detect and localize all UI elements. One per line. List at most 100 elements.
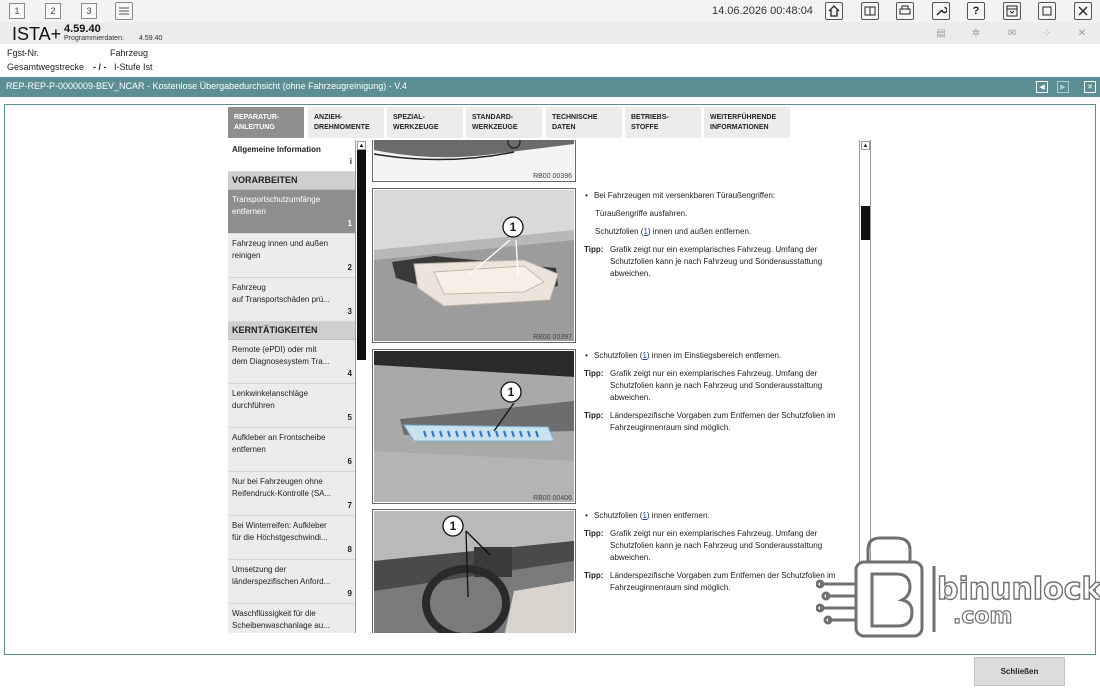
- tip-text: Grafik zeigt nur ein exemplarisches Fahr…: [610, 369, 823, 402]
- tab-label-line: BETRIEBS-: [631, 114, 669, 121]
- figure-interior: 1: [372, 509, 576, 633]
- tab-weiterfuehrende-informationen[interactable]: WEITERFÜHRENDE INFORMATIONEN: [704, 107, 790, 138]
- close-icon[interactable]: [1074, 2, 1092, 20]
- figure-code: RB00 00396: [533, 173, 572, 180]
- nav-item-number: 5: [347, 413, 352, 422]
- mileage-label: Gesamtwegstrecke: [7, 62, 85, 72]
- nav-item-step-6[interactable]: Aufkleber an Frontscheibe entfernen 6: [228, 428, 355, 472]
- tip-text: Länderspezifische Vorgaben zum Entfernen…: [610, 411, 836, 432]
- step-bullet: Schutzfolien (1) innen im Einstiegsberei…: [584, 350, 854, 362]
- nav-item-label: Fahrzeug innen und außen: [232, 239, 329, 248]
- tab-spezialwerkzeuge[interactable]: SPEZIAL- WERKZEUGE: [387, 107, 463, 138]
- nav-item-step-8[interactable]: Bei Winterreifen: Aufkleber für die Höchs…: [228, 516, 355, 560]
- nav-item-step-1[interactable]: Transportschutzumfänge entfernen 1: [228, 190, 355, 234]
- figure-code: RB00 00406: [533, 495, 572, 502]
- window-button-1[interactable]: 1: [9, 3, 25, 19]
- nav-item-step-7[interactable]: Nur bei Fahrzeugen ohne Reifendruck-Kontr…: [228, 472, 355, 516]
- home-icon[interactable]: [825, 2, 843, 20]
- nav-item-step-10[interactable]: Waschflüssigkeit für die Scheibenwaschanl…: [228, 604, 355, 633]
- info-icon: i: [349, 157, 352, 166]
- nav-section-kerntaetigkeiten: KERNTÄTIGKEITEN: [228, 322, 355, 340]
- prev-page-button[interactable]: ◀: [1036, 81, 1048, 93]
- tab-anziehdrehmomente[interactable]: ANZIEH- DREHMOMENTE: [308, 107, 384, 138]
- tab-standardwerkzeuge[interactable]: STANDARD- WERKZEUGE: [466, 107, 542, 138]
- download-icon[interactable]: [1003, 2, 1021, 20]
- mail-icon[interactable]: ✉: [1005, 26, 1019, 40]
- document-icon[interactable]: ▤: [934, 26, 948, 40]
- subwindow-close-icon[interactable]: ✕: [1075, 26, 1089, 40]
- document-close-button[interactable]: ✕: [1084, 81, 1096, 93]
- nav-item-step-5[interactable]: Lenkwinkelanschläge durchführen 5: [228, 384, 355, 428]
- document-title-bar: REP-REP-P-0000009-BEV_NCAR - Kostenlose …: [0, 77, 1100, 97]
- tab-label-line: TECHNISCHE: [552, 114, 598, 121]
- step-block-3: Schutzfolien (1) innen entfernen. Tipp:G…: [584, 510, 854, 600]
- nav-item-number: 1: [347, 219, 352, 228]
- nav-scroll-up-icon[interactable]: ▲: [357, 141, 366, 150]
- ista-window: 1 2 3 14.06.2026 00:48:04 ? ISTA+ 4.59.4…: [0, 0, 1100, 688]
- nav-item-label: entfernen: [232, 207, 266, 216]
- tab-label-line: STOFFE: [631, 124, 659, 131]
- help-icon[interactable]: ?: [967, 2, 985, 20]
- step-block-2: Schutzfolien (1) innen im Einstiegsberei…: [584, 350, 854, 440]
- tab-label-line: STANDARD-: [472, 114, 514, 121]
- nav-scrollbar[interactable]: ▲: [355, 140, 367, 633]
- app-version: 4.59.40: [64, 23, 101, 35]
- tip-label: Tipp:: [584, 411, 604, 420]
- nav-section-vorarbeiten: VORARBEITEN: [228, 172, 355, 190]
- printer-icon[interactable]: [896, 2, 914, 20]
- tab-label-line: INFORMATIONEN: [710, 124, 769, 131]
- nav-item-general-info[interactable]: Allgemeine Information i: [228, 140, 355, 172]
- nav-item-number: 7: [347, 501, 352, 510]
- content-scroll-up-icon[interactable]: ▲: [861, 141, 870, 150]
- nav-item-label: Waschflüssigkeit für die: [232, 609, 316, 618]
- next-page-button[interactable]: ▶: [1057, 81, 1069, 93]
- tip-note: Tipp: Länderspezifische Vorgaben zum Entf…: [584, 410, 854, 434]
- tab-label-line: ANLEITUNG: [234, 124, 275, 131]
- step-navigation: Allgemeine Information i VORARBEITEN Tra…: [228, 140, 355, 633]
- program-data-label: Programmierdaten:: [64, 35, 124, 42]
- nav-item-step-3[interactable]: Fahrzeug auf Transportschäden prü... 3: [228, 278, 355, 322]
- nav-item-label: Reifendruck-Kontrolle (SA...: [232, 489, 332, 498]
- nav-scroll-thumb[interactable]: [357, 150, 366, 360]
- gear-icon[interactable]: ✲: [969, 26, 983, 40]
- vehicle-data-icon[interactable]: [861, 2, 879, 20]
- tab-label-line: WEITERFÜHRENDE: [710, 114, 777, 121]
- watermark-text: .com: [952, 603, 1013, 629]
- nav-item-label: entfernen: [232, 445, 266, 454]
- tab-technische-daten[interactable]: TECHNISCHE DATEN: [546, 107, 622, 138]
- window-button-3[interactable]: 3: [81, 3, 97, 19]
- window-icon[interactable]: [1038, 2, 1056, 20]
- connection-icon[interactable]: ⁘: [1040, 26, 1054, 40]
- tip-note: Tipp: Grafik zeigt nur ein exemplarisches…: [584, 244, 854, 280]
- nav-item-number: 3: [347, 307, 352, 316]
- tab-label-line: DREHMOMENTE: [314, 124, 370, 131]
- window-button-2[interactable]: 2: [45, 3, 61, 19]
- tip-note: Tipp: Länderspezifische Vorgaben zum Entf…: [584, 570, 854, 594]
- nav-item-number: 6: [347, 457, 352, 466]
- figure-vehicle-side: RB00 00396: [372, 140, 576, 182]
- wrench-icon[interactable]: [932, 2, 950, 20]
- figure-code: RB00 00397: [533, 334, 572, 341]
- nav-item-step-4[interactable]: Remote (ePDI) oder mit dem Diagnosesystem…: [228, 340, 355, 384]
- nav-item-label: Transportschutzumfänge: [232, 195, 321, 204]
- figure-door-handle: 1 RB00 00397: [372, 188, 576, 343]
- mileage-value: - / -: [93, 62, 107, 72]
- nav-item-number: 2: [347, 263, 352, 272]
- nav-item-step-2[interactable]: Fahrzeug innen und außen reinigen 2: [228, 234, 355, 278]
- callout-number: 1: [509, 220, 517, 234]
- tab-betriebsstoffe[interactable]: BETRIEBS- STOFFE: [625, 107, 701, 138]
- content-scroll-thumb[interactable]: [861, 206, 870, 240]
- tab-label-line: WERKZEUGE: [393, 124, 439, 131]
- list-icon[interactable]: [115, 2, 133, 20]
- nav-item-label: auf Transportschäden prü...: [232, 295, 330, 304]
- door-sill-image: [374, 351, 574, 502]
- datetime-display: 14.06.2026 00:48:04: [712, 5, 813, 17]
- program-data-value: 4.59.40: [139, 35, 163, 42]
- nav-item-step-9[interactable]: Umsetzung der länderspezifischen Anford..…: [228, 560, 355, 604]
- tab-label-line: WERKZEUGE: [472, 124, 518, 131]
- step-subline: Türaußengriffe ausfahren.: [595, 209, 688, 218]
- tab-label-line: DATEN: [552, 124, 576, 131]
- close-button[interactable]: Schließen: [974, 657, 1065, 686]
- tab-reparaturanleitung[interactable]: REPARATUR- ANLEITUNG: [228, 107, 304, 138]
- nav-item-label: Aufkleber an Frontscheibe: [232, 433, 326, 442]
